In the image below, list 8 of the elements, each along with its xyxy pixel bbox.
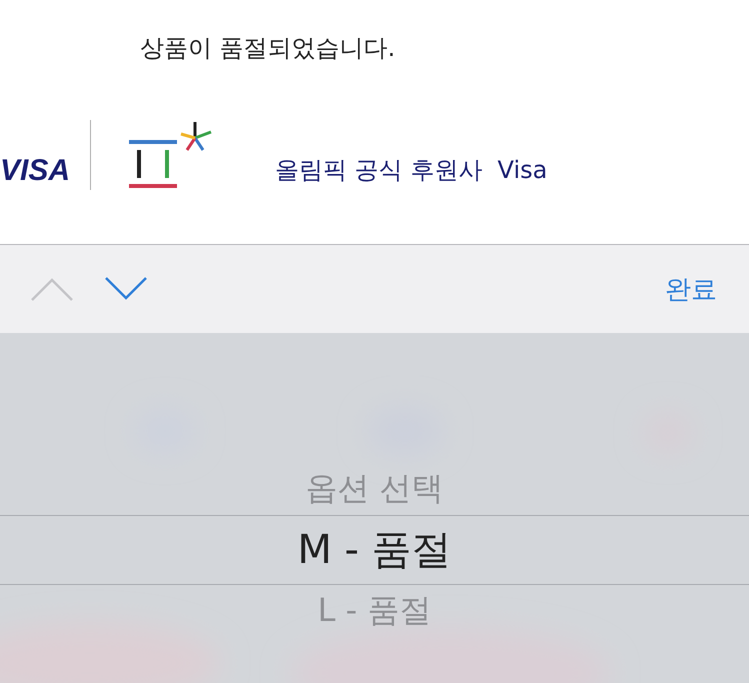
sold-out-message: 상품이 품절되었습니다. bbox=[140, 33, 396, 64]
next-button[interactable] bbox=[104, 276, 148, 302]
picker-option[interactable]: L - 품절 bbox=[0, 585, 749, 639]
picker-option[interactable]: 옵션 선택 bbox=[0, 461, 749, 515]
done-button[interactable]: 완료 bbox=[665, 272, 717, 306]
sponsor-text: 올림픽 공식 후원사 Visa bbox=[275, 155, 548, 186]
picker-option[interactable]: M - 품절 bbox=[0, 515, 749, 585]
brand-logo: VISA bbox=[0, 154, 70, 188]
